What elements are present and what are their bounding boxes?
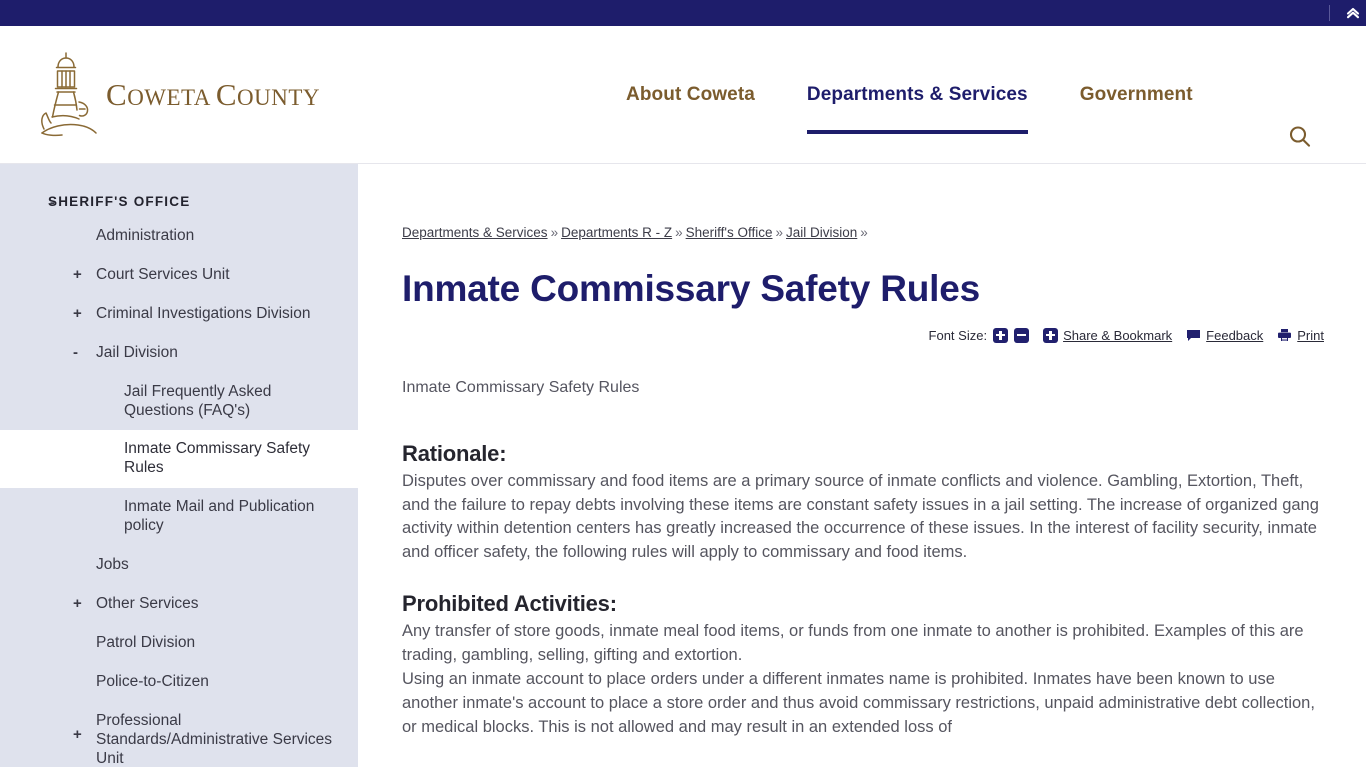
nav-item-label: Departments & Services — [806, 84, 1028, 105]
expand-toggle-icon[interactable]: + — [73, 727, 82, 742]
sidebar-item-label: Other Services — [96, 594, 199, 612]
breadcrumb-separator: » — [675, 225, 683, 240]
nav-item-label: Government — [1079, 84, 1193, 105]
share-and-bookmark-label: Share & Bookmark — [1063, 327, 1173, 343]
sidebar-item-label: Professional Standards/Administrative Se… — [96, 711, 333, 767]
collapse-toggle-icon[interactable]: - — [73, 345, 78, 360]
breadcrumb-link-departments-services[interactable]: Departments & Services — [402, 225, 548, 240]
print-button[interactable]: Print — [1277, 328, 1324, 343]
expand-toggle-icon[interactable]: + — [73, 596, 82, 611]
sidebar-item-label: Police-to-Citizen — [96, 672, 209, 690]
sidebar-heading-label: SHERIFF'S OFFICE — [48, 194, 191, 209]
plus-square-icon — [1043, 327, 1059, 343]
section-paragraph: Using an inmate account to place orders … — [402, 670, 1315, 736]
sidebar-item-administration[interactable]: Administration — [0, 217, 358, 256]
page-body: - SHERIFF'S OFFICE Administration + Cour… — [0, 164, 1366, 767]
font-size-control: Font Size: — [928, 327, 1030, 343]
sidebar-item-label: Inmate Commissary Safety Rules — [124, 440, 311, 477]
breadcrumb-link-sheriffs-office[interactable]: Sheriff's Office — [686, 225, 773, 240]
main-content: Departments & Services» Departments R - Z… — [358, 164, 1366, 767]
sidebar-item-criminal-investigations-division[interactable]: + Criminal Investigations Division — [0, 295, 358, 334]
nav-item-departments-services[interactable]: Departments & Services — [781, 26, 1054, 164]
top-utility-bar — [0, 0, 1366, 26]
section-paragraph: Any transfer of store goods, inmate meal… — [402, 622, 1304, 665]
sidebar-item-inmate-commissary-safety-rules[interactable]: Inmate Commissary Safety Rules — [0, 430, 358, 489]
breadcrumb-link-jail-division[interactable]: Jail Division — [786, 225, 857, 240]
sidebar-item-label: Inmate Mail and Publication policy — [124, 498, 315, 535]
section-heading-rationale: Rationale: — [402, 440, 507, 466]
sidebar-item-professional-standards-administrative-services-unit[interactable]: + Professional Standards/Administrative … — [0, 702, 358, 768]
main-navigation: About Coweta Departments & Services Gove… — [600, 26, 1219, 164]
sidebar-navigation: - SHERIFF'S OFFICE Administration + Cour… — [0, 164, 358, 767]
search-icon[interactable] — [1285, 122, 1315, 152]
article-body: Inmate Commissary Safety Rules Rationale… — [402, 379, 1326, 740]
sidebar-item-jobs[interactable]: Jobs — [0, 546, 358, 585]
site-logo[interactable]: COWETA COUNTY — [30, 45, 320, 145]
page-toolbar: Font Size: Share & Bookmark Feedback Pri… — [402, 327, 1326, 343]
sidebar-item-jail-faq[interactable]: Jail Frequently Asked Questions (FAQ's) — [0, 373, 358, 431]
feedback-label: Feedback — [1206, 327, 1264, 343]
feedback-button[interactable]: Feedback — [1186, 328, 1263, 343]
sidebar-item-inmate-mail-and-publication-policy[interactable]: Inmate Mail and Publication policy — [0, 488, 358, 546]
sidebar-item-jail-division[interactable]: - Jail Division — [0, 334, 358, 373]
sidebar-item-label: Jail Division — [96, 343, 178, 361]
decrease-font-size-button[interactable] — [1014, 327, 1030, 343]
printer-icon — [1277, 328, 1292, 342]
sidebar-item-patrol-division[interactable]: Patrol Division — [0, 624, 358, 663]
sidebar-heading-sheriffs-office[interactable]: - SHERIFF'S OFFICE — [0, 186, 358, 217]
sidebar-item-label: Patrol Division — [96, 633, 196, 651]
article-intro: Inmate Commissary Safety Rules — [402, 378, 640, 396]
breadcrumb-separator: » — [775, 225, 784, 240]
sidebar-item-label: Jobs — [96, 556, 129, 574]
site-logo-text: COWETA COUNTY — [106, 76, 321, 112]
breadcrumb-separator: » — [550, 225, 559, 240]
sidebar-item-court-services-unit[interactable]: + Court Services Unit — [0, 256, 358, 295]
breadcrumb-separator: » — [860, 225, 868, 240]
sidebar-item-police-to-citizen[interactable]: Police-to-Citizen — [0, 663, 358, 702]
sidebar-item-label: Court Services Unit — [96, 265, 230, 283]
share-and-bookmark-button[interactable]: Share & Bookmark — [1043, 327, 1173, 343]
page-title: Inmate Commissary Safety Rules — [402, 267, 981, 309]
sidebar-item-other-services[interactable]: + Other Services — [0, 585, 358, 624]
breadcrumb: Departments & Services» Departments R - Z… — [402, 224, 1326, 243]
sidebar-item-label: Criminal Investigations Division — [96, 304, 311, 322]
sidebar-item-label: Jail Frequently Asked Questions (FAQ's) — [124, 382, 272, 419]
site-header: COWETA COUNTY About Coweta Departments &… — [0, 26, 1366, 164]
section-paragraph: Disputes over commissary and food items … — [402, 471, 1319, 562]
print-label: Print — [1297, 327, 1324, 343]
lighthouse-logo-icon — [30, 47, 102, 143]
font-size-label: Font Size: — [928, 327, 988, 343]
nav-item-about-coweta[interactable]: About Coweta — [600, 26, 781, 164]
toolbar-divider — [1329, 5, 1330, 21]
sidebar-item-label: Administration — [96, 227, 195, 244]
double-chevron-up-icon[interactable] — [1340, 0, 1366, 26]
section-heading-prohibited-activities: Prohibited Activities: — [402, 591, 617, 617]
increase-font-size-button[interactable] — [993, 327, 1009, 343]
nav-item-government[interactable]: Government — [1054, 26, 1219, 164]
breadcrumb-link-departments-r-z[interactable]: Departments R - Z — [561, 225, 672, 240]
nav-item-label: About Coweta — [626, 84, 755, 105]
top-utility-bar-actions — [1329, 0, 1366, 26]
expand-toggle-icon[interactable]: + — [73, 306, 82, 321]
speech-bubble-icon — [1186, 329, 1201, 342]
collapse-toggle-icon[interactable]: - — [50, 195, 56, 209]
expand-toggle-icon[interactable]: + — [73, 267, 82, 282]
